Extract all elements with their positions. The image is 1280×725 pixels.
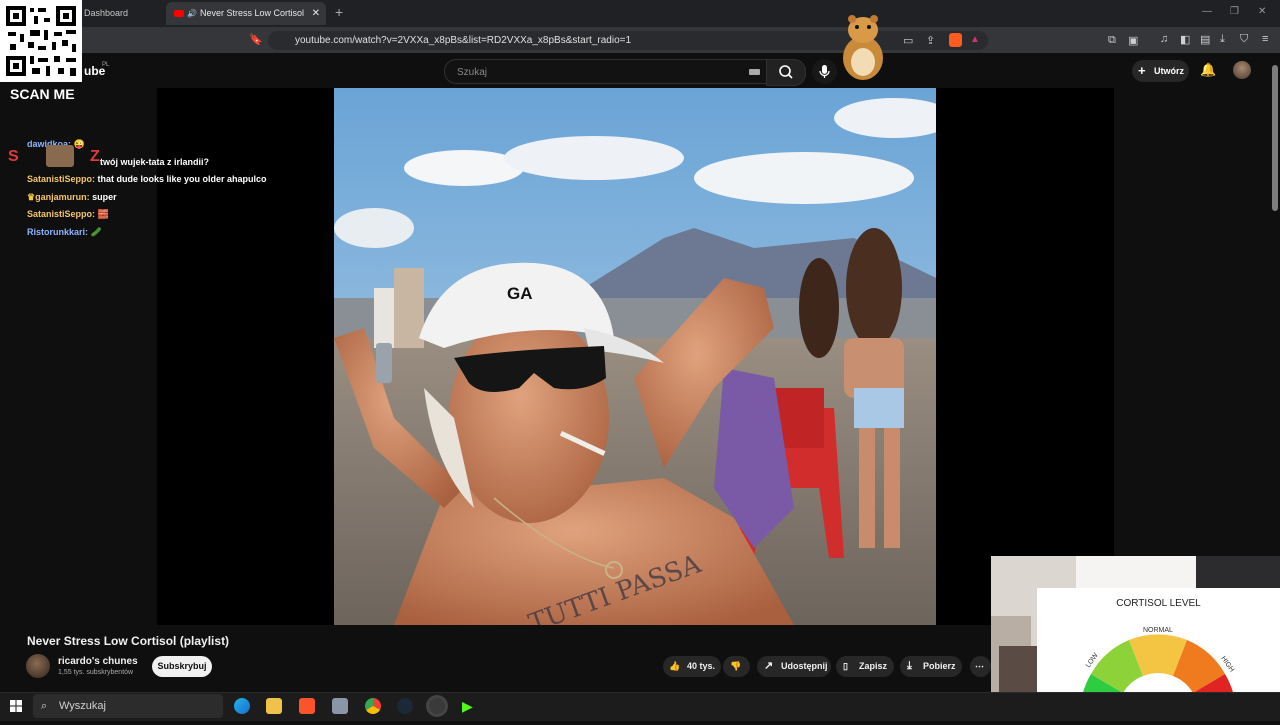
chat-message: ♛ganjamurun: super: [27, 189, 297, 207]
tab-youtube-active[interactable]: 🔊 Never Stress Low Cortisol (pla ✕: [166, 2, 326, 25]
new-tab-button[interactable]: +: [335, 4, 343, 20]
video-title: Never Stress Low Cortisol (playlist): [27, 634, 230, 648]
tab-title: Never Stress Low Cortisol (pla: [200, 8, 306, 18]
download-icon: ⤓: [907, 660, 912, 672]
more-icon: ⋯: [975, 661, 984, 671]
crown-icon: ♛: [27, 191, 36, 202]
more-actions-button[interactable]: ⋯: [970, 656, 991, 677]
tab-dashboard[interactable]: Dashboard: [84, 2, 164, 25]
search-button[interactable]: [766, 59, 806, 86]
share-label: Udostępnij: [781, 661, 828, 671]
chat-text: twój wujek-tata z irlandii?: [100, 156, 210, 167]
chat-message: Ristorunkkari: 🥒: [27, 224, 297, 242]
windows-start-icon[interactable]: [10, 700, 22, 712]
cast-icon[interactable]: ▭: [903, 34, 913, 47]
channel-avatar[interactable]: [26, 654, 50, 678]
edge-icon[interactable]: [234, 698, 250, 714]
chat-text: 🥒: [90, 226, 102, 237]
brave-icon[interactable]: [299, 698, 315, 714]
kick-icon[interactable]: ▶: [462, 698, 478, 714]
thumbs-up-icon: 👍: [669, 661, 681, 671]
hamster-sticker-icon: [843, 15, 883, 80]
share-icon: ↗: [764, 660, 774, 672]
search-icon: [779, 65, 793, 79]
qr-code: [0, 0, 82, 82]
chat-message: SatanistiSeppo: 🧱: [27, 206, 297, 224]
share-page-icon[interactable]: ⇪: [926, 34, 935, 47]
download-label: Pobierz: [923, 661, 956, 671]
cap-text: GA: [507, 284, 533, 303]
video-thumbnail-image: GA TUTTI PASSA: [334, 88, 936, 625]
subscribe-button[interactable]: Subskrybuj: [152, 656, 212, 677]
close-window-icon[interactable]: ✕: [1258, 6, 1266, 17]
downloads-icon[interactable]: ⤓: [1220, 33, 1225, 46]
sidebar-icon[interactable]: ◧: [1180, 33, 1190, 46]
vpn-icon[interactable]: ⛉: [1240, 33, 1248, 46]
youtube-favicon-icon: [174, 10, 184, 17]
scan-me-label: SCAN ME: [10, 86, 75, 102]
steam-icon[interactable]: [397, 698, 413, 714]
bookmark-icon[interactable]: 🔖: [249, 33, 263, 46]
wallet-icon[interactable]: ▤: [1200, 33, 1210, 46]
url-text: youtube.com/watch?v=2VXXa_x8pBs&list=RD2…: [295, 35, 632, 46]
page-scrollbar[interactable]: [1272, 65, 1278, 211]
chat-message: SatanistiSeppo: that dude looks like you…: [27, 171, 297, 189]
like-count: 40 tys.: [687, 661, 716, 671]
subscriber-count: 1,55 tys. subskrybentów: [58, 669, 134, 676]
keyboard-icon[interactable]: [749, 69, 760, 75]
app-icon[interactable]: [332, 698, 348, 714]
close-tab-icon[interactable]: ✕: [312, 2, 320, 25]
create-button[interactable]: + Utwórz: [1132, 60, 1189, 82]
emote-badge-icon: S Z: [8, 145, 100, 167]
like-button[interactable]: 👍 40 tys.: [663, 656, 721, 677]
notifications-bell-icon[interactable]: 🔔: [1200, 62, 1216, 78]
obs-icon[interactable]: [429, 698, 445, 714]
minimize-icon[interactable]: —: [1202, 6, 1212, 17]
user-avatar[interactable]: [1233, 61, 1251, 79]
microphone-icon: [819, 65, 830, 78]
gauge-normal-label: NORMAL: [1143, 627, 1173, 634]
brave-rewards-icon[interactable]: ▲: [970, 34, 980, 45]
music-icon[interactable]: ♫: [1160, 33, 1168, 45]
cortisol-title: CORTISOL LEVEL: [1116, 598, 1201, 609]
taskbar-search-icon: ⌕: [41, 700, 48, 712]
save-button[interactable]: ▯ Zapisz: [836, 656, 894, 677]
plus-icon: +: [1138, 63, 1146, 78]
voice-search-button[interactable]: [812, 59, 837, 84]
chat-text: 🧱: [97, 209, 109, 220]
chat-username: Ristorunkkari:: [27, 226, 89, 237]
search-field[interactable]: [444, 59, 768, 84]
chrome-icon[interactable]: [365, 698, 381, 714]
chat-text: super: [92, 191, 117, 202]
menu-icon[interactable]: ≡: [1262, 33, 1268, 45]
channel-name[interactable]: ricardo's chunes: [58, 656, 138, 667]
chat-username: SatanistiSeppo:: [27, 209, 96, 220]
region-label: PL: [102, 62, 110, 68]
dislike-button[interactable]: 👎: [723, 656, 750, 677]
svg-text:S: S: [8, 148, 19, 165]
download-button[interactable]: ⤓ Pobierz: [900, 656, 962, 677]
save-label: Zapisz: [859, 661, 888, 671]
chat-username: ganjamurun:: [35, 191, 90, 202]
create-label: Utwórz: [1154, 66, 1184, 76]
browser-tab-bar: Dashboard 🔊 Never Stress Low Cortisol (p…: [0, 0, 1280, 27]
screenshot-icon[interactable]: ▣: [1128, 34, 1138, 47]
speaker-icon: 🔊: [187, 9, 197, 18]
chat-text: that dude looks like you older ahapulco: [97, 174, 267, 185]
svg-text:Z: Z: [90, 148, 100, 165]
file-explorer-icon[interactable]: [266, 698, 282, 714]
qr-code-image: [6, 6, 76, 76]
restore-icon[interactable]: ❐: [1230, 6, 1239, 17]
taskbar-search-label: Wyszukaj: [59, 700, 106, 712]
taskbar-search[interactable]: ⌕ Wyszukaj: [33, 694, 223, 718]
share-button[interactable]: ↗ Udostępnij: [757, 656, 831, 677]
search-input[interactable]: [455, 63, 719, 81]
thumbs-down-icon: 👎: [730, 661, 742, 671]
brave-shield-icon[interactable]: [949, 33, 962, 47]
video-frame[interactable]: GA TUTTI PASSA: [334, 88, 936, 625]
chat-username: SatanistiSeppo:: [27, 174, 96, 185]
extensions-icon[interactable]: ⧉: [1108, 34, 1116, 47]
save-icon: ▯: [843, 661, 848, 671]
